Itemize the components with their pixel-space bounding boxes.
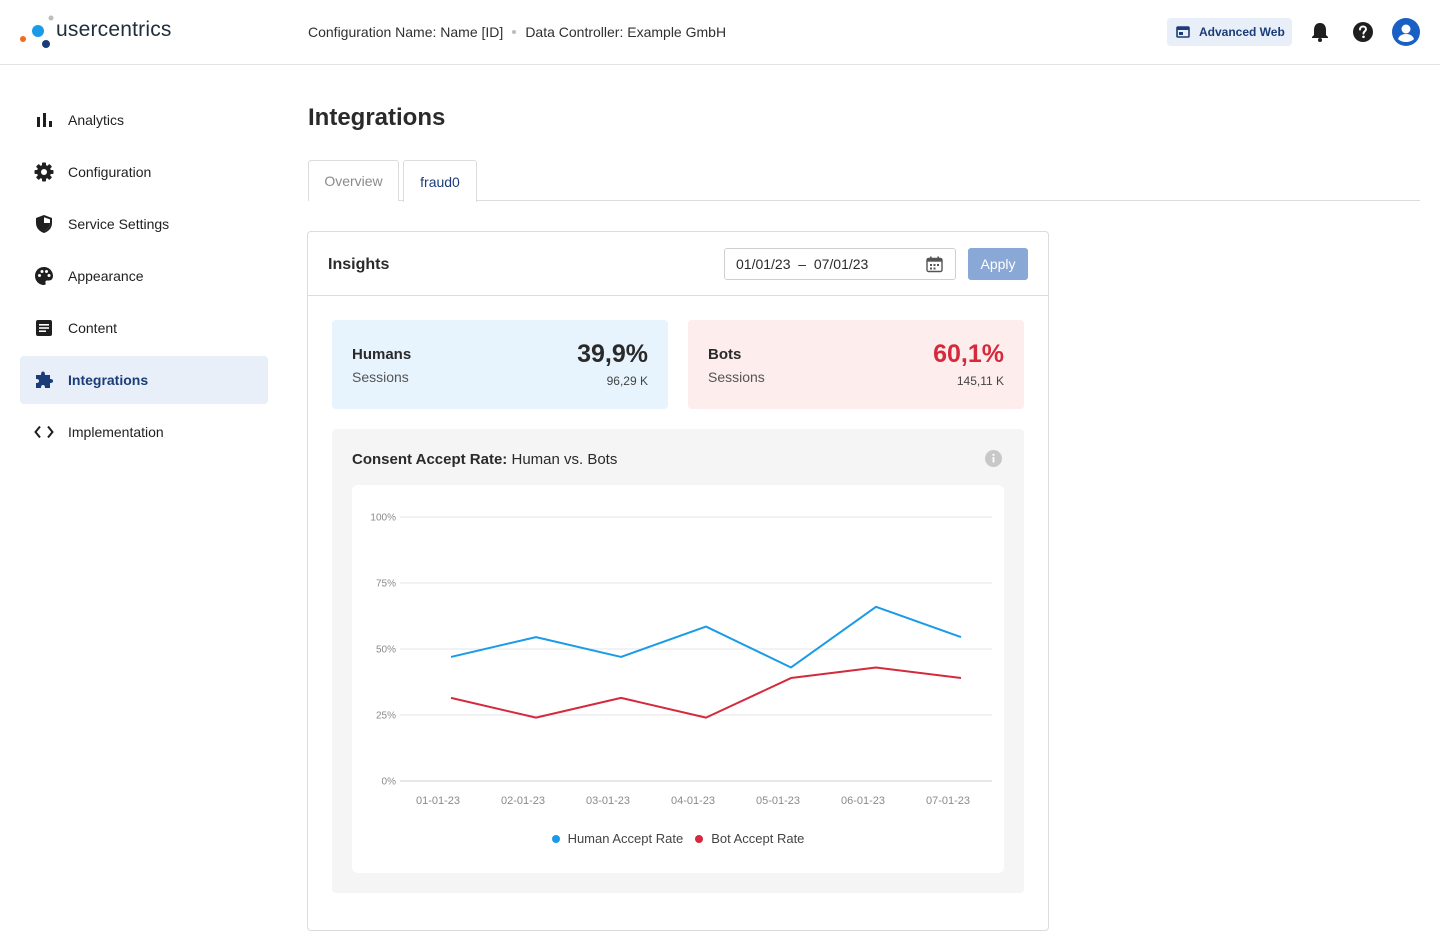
logo-dots-icon bbox=[20, 15, 54, 48]
browser-window-icon bbox=[1176, 26, 1190, 38]
bots-session-count: 145,11 K bbox=[956, 374, 1004, 388]
y-tick-label: 75% bbox=[376, 579, 396, 590]
brand-name: usercentrics bbox=[56, 18, 172, 41]
data-controller: Data Controller: Example GmbH bbox=[525, 24, 727, 40]
chart-title: Consent Accept Rate: Human vs. Bots bbox=[352, 451, 617, 468]
config-name: Configuration Name: Name [ID] bbox=[308, 24, 504, 40]
consent-accept-rate-card: Consent Accept Rate: Human vs. Bots 100%… bbox=[332, 429, 1024, 893]
legend-label-human: Human Accept Rate bbox=[567, 831, 684, 846]
x-tick-label: 04-01-23 bbox=[671, 795, 715, 807]
bot-accept-rate-line bbox=[450, 666, 962, 719]
configuration-breadcrumb: Configuration Name: Name [ID] Data Contr… bbox=[308, 24, 726, 40]
y-tick-label: 100% bbox=[370, 513, 396, 524]
advanced-web-button[interactable]: Advanced Web bbox=[1167, 18, 1292, 46]
sidebar-item-analytics[interactable]: Analytics bbox=[20, 96, 268, 144]
tab-bar: Overview fraud0 bbox=[308, 160, 1420, 202]
x-tick-label: 03-01-23 bbox=[586, 795, 630, 807]
tab-fraud0[interactable]: fraud0 bbox=[403, 160, 477, 202]
sidebar-item-label: Integrations bbox=[68, 372, 149, 388]
legend-swatch-human bbox=[551, 834, 560, 843]
user-avatar-icon[interactable] bbox=[1392, 18, 1420, 46]
chart-title-bold: Consent Accept Rate: bbox=[352, 451, 508, 468]
sidebar-item-service-settings[interactable]: Service Settings bbox=[20, 200, 268, 248]
sidebar-item-label: Content bbox=[68, 320, 118, 336]
sidebar-item-appearance[interactable]: Appearance bbox=[20, 252, 268, 300]
humans-stat-card: Humans Sessions 39,9% 96,29 K bbox=[332, 320, 668, 409]
humans-sub-label: Sessions bbox=[352, 369, 409, 385]
legend-label-bot: Bot Accept Rate bbox=[711, 831, 805, 846]
y-tick-label: 25% bbox=[376, 711, 396, 722]
separator-dot bbox=[512, 30, 517, 34]
legend-swatch-bot bbox=[695, 834, 704, 843]
legend-item-human: Human Accept Rate bbox=[551, 831, 684, 846]
humans-session-count: 96,29 K bbox=[606, 374, 648, 388]
sidebar-item-implementation[interactable]: Implementation bbox=[20, 408, 268, 456]
help-icon[interactable] bbox=[1351, 20, 1375, 44]
top-header: usercentrics Configuration Name: Name [I… bbox=[0, 0, 1440, 65]
x-tick-label: 01-01-23 bbox=[416, 795, 460, 807]
bar-chart-icon bbox=[34, 110, 54, 130]
chart-title-rest: Human vs. Bots bbox=[507, 451, 618, 468]
usercentrics-logo[interactable]: usercentrics bbox=[18, 14, 172, 50]
advanced-web-label: Advanced Web bbox=[1199, 25, 1285, 39]
legend-item-bot: Bot Accept Rate bbox=[695, 831, 804, 846]
y-tick-label: 50% bbox=[376, 645, 396, 656]
calendar-icon[interactable] bbox=[926, 256, 943, 276]
sidebar-item-content[interactable]: Content bbox=[20, 304, 268, 352]
insights-panel: Insights 01/01/23 – 07/01/23 Apply Human… bbox=[307, 231, 1049, 931]
insights-header: Insights 01/01/23 – 07/01/23 Apply bbox=[308, 232, 1048, 296]
gear-icon bbox=[34, 162, 54, 182]
humans-label: Humans bbox=[352, 346, 412, 363]
x-tick-label: 05-01-23 bbox=[756, 795, 800, 807]
sidebar-nav: Analytics Configuration Service Settings bbox=[20, 96, 268, 460]
apply-button[interactable]: Apply bbox=[968, 248, 1028, 280]
puzzle-icon bbox=[34, 370, 54, 390]
bots-stat-card: Bots Sessions 60,1% 145,11 K bbox=[688, 320, 1024, 409]
x-tick-label: 06-01-23 bbox=[841, 795, 885, 807]
sidebar-item-label: Service Settings bbox=[68, 216, 170, 232]
x-tick-label: 07-01-23 bbox=[926, 795, 970, 807]
x-tick-label: 02-01-23 bbox=[501, 795, 545, 807]
bell-icon[interactable] bbox=[1308, 20, 1332, 44]
humans-percentage: 39,9% bbox=[577, 340, 648, 368]
palette-icon bbox=[34, 266, 54, 286]
bots-sub-label: Sessions bbox=[708, 369, 765, 385]
y-tick-label: 0% bbox=[382, 777, 397, 788]
shield-icon bbox=[34, 214, 54, 234]
chart-legend: Human Accept Rate Bot Accept Rate bbox=[352, 831, 1004, 846]
sidebar-item-label: Appearance bbox=[68, 268, 144, 284]
human-accept-rate-line bbox=[450, 605, 962, 669]
tab-overview[interactable]: Overview bbox=[308, 160, 399, 201]
document-icon bbox=[34, 318, 54, 338]
bots-percentage: 60,1% bbox=[933, 340, 1004, 368]
sidebar-item-integrations[interactable]: Integrations bbox=[20, 356, 268, 404]
line-chart: 100% 75% 50% 25% 0% 01-01-23 02-01-23 03-01-23 0… bbox=[352, 485, 1004, 873]
info-icon[interactable] bbox=[985, 450, 1002, 472]
date-range-value: 01/01/23 – 07/01/23 bbox=[736, 256, 869, 272]
sidebar-item-label: Implementation bbox=[68, 424, 164, 440]
line-chart-svg: 100% 75% 50% 25% 0% 01-01-23 02-01-23 03-01-23 0… bbox=[370, 513, 992, 807]
date-range-picker[interactable]: 01/01/23 – 07/01/23 bbox=[724, 248, 956, 280]
insights-title: Insights bbox=[328, 256, 390, 273]
sidebar-item-label: Configuration bbox=[68, 164, 152, 180]
sidebar-item-label: Analytics bbox=[68, 112, 125, 128]
code-icon bbox=[34, 422, 54, 442]
sidebar-item-configuration[interactable]: Configuration bbox=[20, 148, 268, 196]
page-title: Integrations bbox=[308, 104, 446, 131]
bots-label: Bots bbox=[708, 346, 742, 363]
